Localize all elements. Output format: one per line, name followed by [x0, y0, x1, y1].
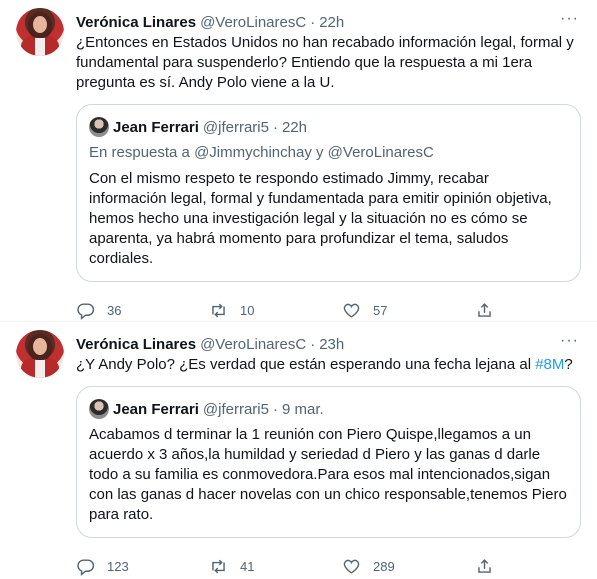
author-avatar[interactable]	[16, 330, 64, 378]
separator-dot: ·	[272, 400, 278, 418]
quoted-author-handle: @jferrari5	[202, 118, 269, 136]
reply-icon	[77, 302, 95, 320]
tweet-time[interactable]: 22h	[319, 14, 344, 31]
separator-dot: ·	[310, 335, 316, 353]
reply-mentions: @Jimmychinchay y @VeroLinaresC	[194, 144, 434, 161]
reply-count: 36	[107, 302, 122, 318]
quoted-tweet[interactable]: Jean Ferrari @jferrari5 · 9 mar. Acabamo…	[76, 386, 581, 538]
quoted-tweet-header: Jean Ferrari @jferrari5 · 22h	[89, 117, 568, 137]
author-avatar[interactable]	[16, 8, 64, 56]
retweet-button[interactable]: 10	[209, 301, 342, 320]
like-button[interactable]: 57	[342, 301, 475, 320]
quoted-author-name: Jean Ferrari	[113, 400, 199, 418]
quoted-tweet-text: Acabamos d terminar la 1 reunión con Pie…	[89, 426, 567, 523]
retweet-icon	[212, 559, 225, 573]
reply-button[interactable]: 123	[76, 557, 209, 576]
tweet[interactable]: ··· Verónica Linares @VeroLinaresC · 22h…	[0, 0, 597, 322]
tweet-header: Verónica Linares @VeroLinaresC · 23h	[76, 334, 581, 354]
author-name[interactable]: Verónica Linares	[76, 14, 196, 31]
author-handle[interactable]: @VeroLinaresC	[200, 14, 306, 31]
retweet-button[interactable]: 41	[209, 557, 342, 576]
tweet-text-end: ?	[564, 356, 573, 373]
quoted-tweet-time: 9 mar.	[281, 400, 324, 418]
author-handle[interactable]: @VeroLinaresC	[200, 336, 306, 353]
reply-context: En respuesta a @Jimmychinchay y @VeroLin…	[89, 143, 568, 163]
reply-prefix: En respuesta a	[89, 144, 190, 161]
more-icon[interactable]: ···	[560, 10, 579, 28]
share-icon	[478, 302, 491, 317]
tweet-text-start: ¿Y Andy Polo? ¿Es verdad que están esper…	[76, 356, 536, 373]
reply-count: 123	[107, 558, 129, 574]
reply-button[interactable]: 36	[76, 301, 209, 320]
quoted-tweet[interactable]: Jean Ferrari @jferrari5 · 22h En respues…	[76, 104, 581, 282]
quoted-author-name: Jean Ferrari	[113, 118, 199, 136]
retweet-icon	[212, 303, 225, 317]
quoted-tweet-time: 22h	[281, 118, 307, 136]
tweet-header: Verónica Linares @VeroLinaresC · 22h	[76, 12, 581, 32]
like-icon	[343, 303, 360, 318]
tweet-actions: 123 41 289	[76, 550, 506, 579]
retweet-count: 10	[240, 302, 255, 318]
more-icon[interactable]: ···	[560, 332, 579, 350]
tweet-time[interactable]: 23h	[319, 336, 344, 353]
share-button[interactable]	[475, 301, 506, 320]
quoted-author-avatar	[89, 117, 109, 137]
tweet-text: ¿Entonces en Estados Unidos no han recab…	[76, 34, 574, 91]
reply-icon	[77, 558, 95, 576]
quoted-author-handle: @jferrari5	[202, 400, 269, 418]
like-count: 289	[373, 558, 395, 574]
share-button[interactable]	[475, 557, 506, 576]
like-button[interactable]: 289	[342, 557, 475, 576]
separator-dot: ·	[310, 13, 316, 31]
tweet[interactable]: ··· Verónica Linares @VeroLinaresC · 23h…	[0, 322, 597, 579]
separator-dot: ·	[272, 118, 278, 136]
quoted-author-avatar	[89, 399, 109, 419]
share-icon	[478, 558, 491, 573]
retweet-count: 41	[240, 558, 255, 574]
like-icon	[343, 559, 360, 574]
hashtag-link[interactable]: #8M	[535, 356, 564, 373]
quoted-tweet-text: Con el mismo respeto te respondo estimad…	[89, 170, 552, 267]
quoted-tweet-header: Jean Ferrari @jferrari5 · 9 mar.	[89, 399, 568, 419]
like-count: 57	[373, 302, 388, 318]
author-name[interactable]: Verónica Linares	[76, 336, 196, 353]
tweet-text: ¿Y Andy Polo? ¿Es verdad que están esper…	[76, 355, 581, 375]
